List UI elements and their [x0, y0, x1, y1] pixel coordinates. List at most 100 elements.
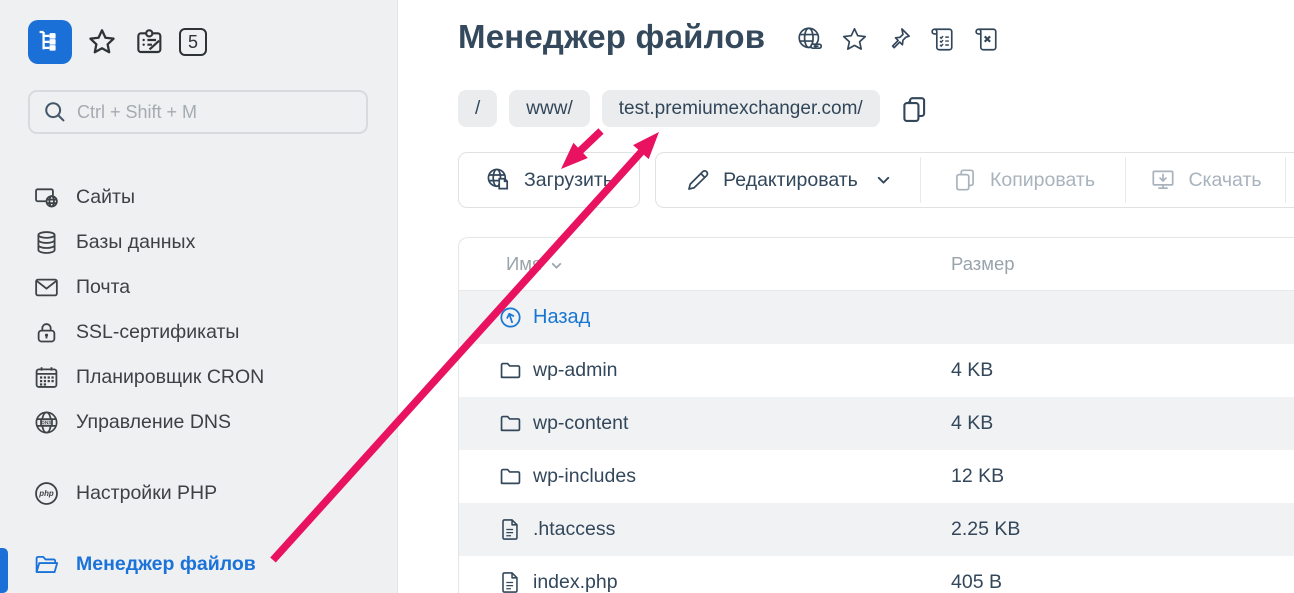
copy-path-icon[interactable]: [898, 93, 930, 125]
dns-globe-icon: DNS: [33, 409, 60, 436]
folder-icon: [498, 411, 523, 436]
search-box[interactable]: [28, 90, 368, 134]
sidebar: 5 Сайты: [0, 0, 398, 593]
sidebar-item-dns[interactable]: DNS Управление DNS: [0, 400, 397, 445]
download-button[interactable]: Скачать: [1126, 153, 1285, 207]
svg-text:DNS: DNS: [41, 420, 52, 426]
sidebar-item-label: Планировщик CRON: [76, 366, 264, 389]
page-title: Менеджер файлов: [458, 18, 765, 56]
sidebar-nav: Сайты Базы данных: [0, 175, 397, 587]
breadcrumb-label: test.premiumexchanger.com/: [619, 98, 863, 120]
breadcrumb-label: /: [475, 98, 480, 120]
sort-chevron-icon: [549, 258, 564, 273]
column-header-size: Размер: [951, 253, 1015, 275]
pin-icon[interactable]: [883, 24, 913, 54]
title-action-icons: [795, 20, 1001, 54]
star-icon[interactable]: [85, 25, 119, 59]
badge-count: 5: [188, 32, 198, 53]
calendar-icon: [33, 364, 60, 391]
breadcrumb-root[interactable]: /: [458, 90, 497, 127]
sidebar-item-label: Сайты: [76, 186, 135, 209]
table-row[interactable]: wp-admin 4 KB: [459, 344, 1294, 397]
breadcrumb-domain[interactable]: test.premiumexchanger.com/: [602, 90, 880, 127]
sidebar-item-file-manager[interactable]: Менеджер файлов: [0, 542, 397, 587]
sites-icon: [33, 184, 60, 211]
table-row[interactable]: wp-includes 12 KB: [459, 450, 1294, 503]
upload-label: Загрузить: [524, 169, 613, 192]
php-icon: php: [33, 480, 60, 507]
file-icon: [498, 570, 523, 593]
mail-icon: [33, 274, 60, 301]
toolbar: Загрузить Редактировать: [458, 152, 1294, 208]
folder-icon: [498, 464, 523, 489]
active-item-indicator: [0, 548, 8, 593]
sidebar-item-databases[interactable]: Базы данных: [0, 220, 397, 265]
file-size: 4 KB: [951, 359, 993, 382]
sidebar-item-label: Базы данных: [76, 231, 195, 254]
scroll-x-icon[interactable]: [971, 24, 1001, 54]
title-row: Менеджер файлов: [458, 18, 1001, 56]
file-size: 12 KB: [951, 465, 1004, 488]
download-label: Скачать: [1188, 169, 1261, 192]
scroll-list-icon[interactable]: [927, 24, 957, 54]
pencil-icon: [684, 166, 712, 194]
upload-globe-icon: [485, 166, 513, 194]
breadcrumb: / www/ test.premiumexchanger.com/: [458, 90, 930, 127]
file-name: index.php: [533, 571, 618, 593]
edit-button[interactable]: Редактировать: [656, 153, 920, 207]
sidebar-item-php[interactable]: php Настройки PHP: [0, 471, 397, 516]
file-name: wp-content: [533, 412, 628, 435]
file-icon: [498, 517, 523, 542]
column-header-name[interactable]: Имя: [459, 253, 564, 275]
clipboard-list-icon[interactable]: [132, 25, 166, 59]
toolbar-divider: [1285, 157, 1286, 203]
sidebar-item-label: SSL-сертификаты: [76, 321, 239, 344]
toolbar-group: Редактировать Копировать: [655, 152, 1294, 208]
edit-label: Редактировать: [723, 169, 858, 192]
file-tree-icon[interactable]: [28, 20, 72, 64]
sidebar-item-mail[interactable]: Почта: [0, 265, 397, 310]
file-name: .htaccess: [533, 518, 615, 541]
file-table: Имя Размер: [458, 237, 1294, 593]
sidebar-item-cron[interactable]: Планировщик CRON: [0, 355, 397, 400]
file-size: 405 B: [951, 571, 1002, 593]
globe-link-icon[interactable]: [795, 24, 825, 54]
search-icon: [42, 99, 68, 125]
back-arrow-icon: [498, 305, 523, 330]
sidebar-item-label: Менеджер файлов: [76, 553, 256, 576]
sidebar-item-ssl[interactable]: SSL-сертификаты: [0, 310, 397, 355]
chevron-down-icon: [875, 172, 892, 189]
name-column-label: Имя: [506, 253, 542, 275]
file-name: wp-admin: [533, 359, 618, 382]
table-row-back[interactable]: Назад: [459, 291, 1294, 344]
copy-icon: [951, 166, 979, 194]
file-name: wp-includes: [533, 465, 636, 488]
table-row[interactable]: .htaccess 2.25 KB: [459, 503, 1294, 556]
file-size: 4 KB: [951, 412, 993, 435]
copy-label: Копировать: [990, 169, 1095, 192]
folder-open-icon: [33, 551, 60, 578]
breadcrumb-www[interactable]: www/: [509, 90, 589, 127]
file-manager-screen: 5 Сайты: [0, 0, 1294, 593]
database-icon: [33, 229, 60, 256]
svg-text:php: php: [38, 489, 54, 498]
sidebar-item-label: Настройки PHP: [76, 482, 217, 505]
folder-icon: [498, 358, 523, 383]
upload-button[interactable]: Загрузить: [458, 152, 640, 208]
table-row[interactable]: index.php 405 B: [459, 556, 1294, 593]
lock-icon: [33, 319, 60, 346]
main-panel: Менеджер файлов: [399, 0, 1294, 593]
copy-button[interactable]: Копировать: [921, 153, 1125, 207]
star-icon[interactable]: [839, 24, 869, 54]
breadcrumb-label: www/: [526, 98, 572, 120]
topbar-icons: 5: [28, 20, 207, 64]
file-size: 2.25 KB: [951, 518, 1020, 541]
sidebar-item-label: Почта: [76, 276, 130, 299]
size-column-label: Размер: [951, 253, 1015, 274]
sidebar-item-sites[interactable]: Сайты: [0, 175, 397, 220]
table-row[interactable]: wp-content 4 KB: [459, 397, 1294, 450]
count-badge[interactable]: 5: [179, 28, 207, 56]
download-icon: [1149, 166, 1177, 194]
search-input[interactable]: [77, 102, 354, 123]
back-label: Назад: [533, 306, 590, 329]
